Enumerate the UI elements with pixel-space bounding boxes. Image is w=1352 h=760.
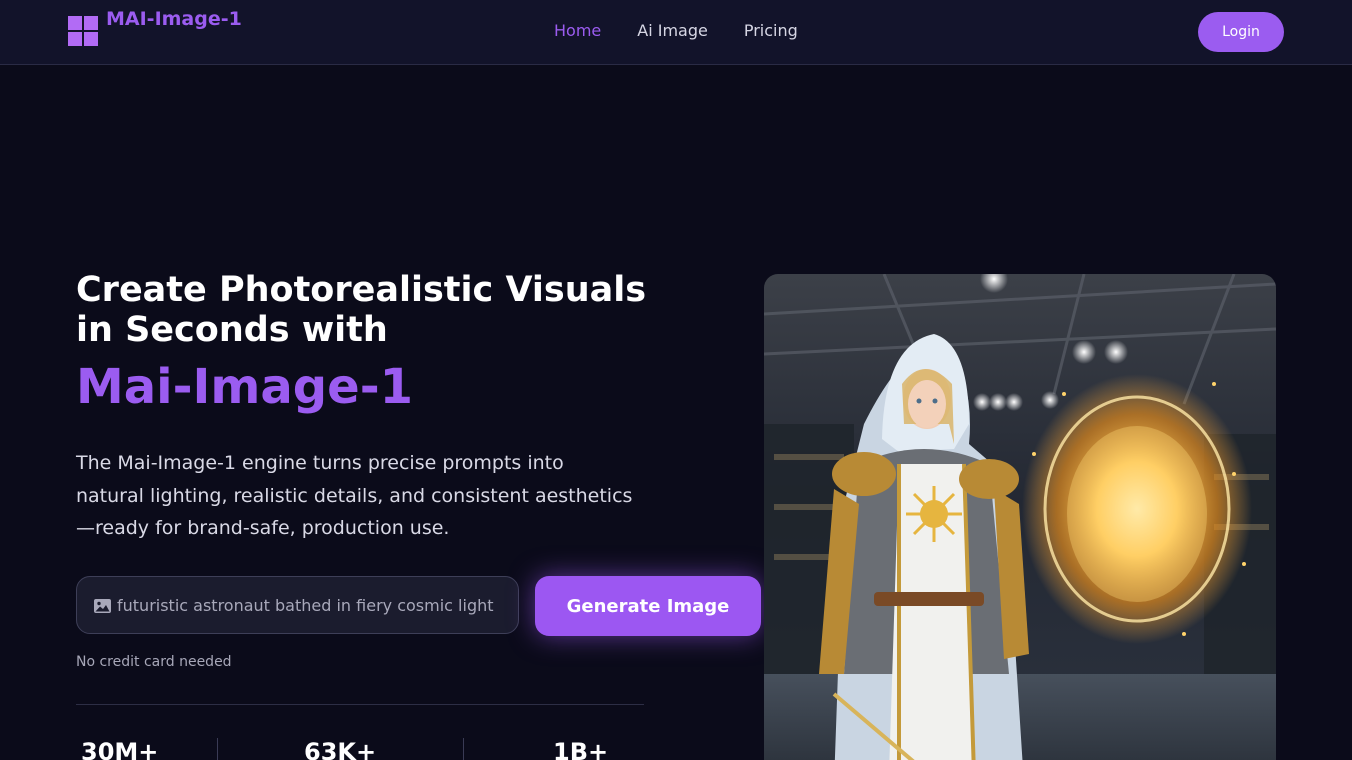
main-nav: Home Ai Image Pricing xyxy=(554,20,834,42)
image-icon xyxy=(94,599,111,613)
navbar: MAI-Image-1 Home Ai Image Pricing Login xyxy=(0,0,1352,65)
prompt-field[interactable] xyxy=(76,576,519,634)
nav-link-pricing[interactable]: Pricing xyxy=(744,20,798,42)
hero-title: Create Photorealistic Visuals in Seconds… xyxy=(76,270,647,350)
brand-name: MAI-Image-1 xyxy=(106,8,242,30)
nav-link-home[interactable]: Home xyxy=(554,20,601,42)
hero-showcase-image xyxy=(764,274,1276,760)
nav-link-ai-image[interactable]: Ai Image xyxy=(637,20,708,42)
generate-image-button[interactable]: Generate Image xyxy=(535,576,761,636)
brand-link[interactable]: MAI-Image-1 xyxy=(68,5,246,46)
login-button[interactable]: Login xyxy=(1198,12,1284,52)
stat-users: 30M+ xyxy=(81,738,159,760)
hero-title-accent: Mai-Image-1 xyxy=(76,359,414,415)
grid-logo-icon xyxy=(68,16,98,46)
stat-creators: 63K+ xyxy=(304,738,377,760)
stat-separator xyxy=(463,738,464,760)
hero-description: The Mai-Image-1 engine turns precise pro… xyxy=(76,452,633,539)
no-credit-card-note: No credit card needed xyxy=(76,654,232,670)
stat-separator xyxy=(217,738,218,760)
prompt-input[interactable] xyxy=(117,595,518,615)
stat-images: 1B+ xyxy=(553,738,609,760)
divider xyxy=(76,704,644,705)
